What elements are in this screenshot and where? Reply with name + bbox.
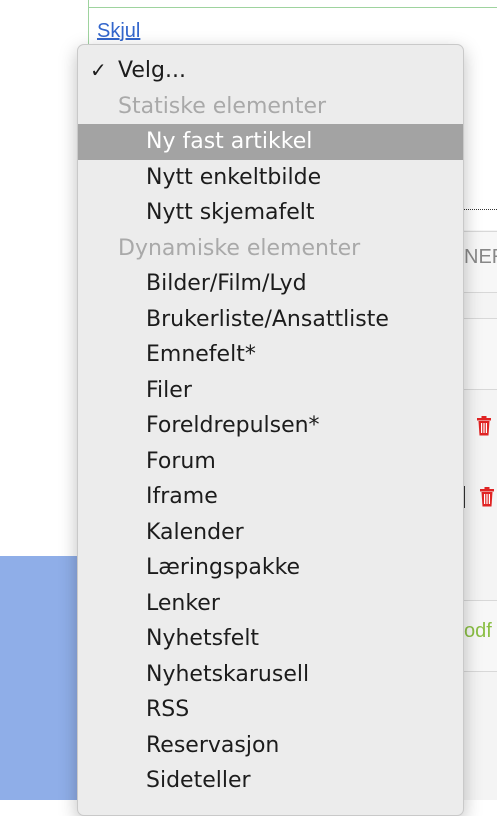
left-blue-panel	[0, 556, 80, 800]
dropdown-option-label: Forum	[146, 448, 216, 474]
dropdown-option-label: Ny fast artikkel	[146, 129, 313, 154]
dropdown-option[interactable]: Kalender	[78, 515, 463, 551]
dropdown-option-label: Kalender	[146, 519, 244, 545]
dropdown-option-label: Nytt enkeltbilde	[146, 164, 322, 190]
dropdown-option-label: Nytt skjemafelt	[146, 200, 315, 225]
dropdown-group-label: Statiske elementer	[78, 89, 463, 125]
dropdown-option-label: Sideteller	[146, 768, 251, 793]
dropdown-option-label: Foreldrepulsen*	[146, 413, 320, 438]
trash-icon[interactable]	[479, 487, 495, 507]
dropdown-option[interactable]: RSS	[78, 692, 463, 728]
background-row-box	[462, 318, 497, 390]
dropdown-option-label: Nyhetsfelt	[146, 626, 260, 651]
checkmark-icon: ✓	[90, 58, 107, 82]
dropdown-options: ✓ Velg... Statiske elementer Ny fast artikk…	[78, 45, 463, 799]
dropdown-option[interactable]: Forum	[78, 444, 463, 480]
dropdown-option-label: Filer	[146, 377, 192, 403]
dropdown-option-label: Brukerliste/Ansattliste	[146, 306, 389, 332]
dropdown-option[interactable]: Ny fast artikkel	[78, 124, 463, 160]
dropdown-option[interactable]: Reservasjon	[78, 728, 463, 764]
trash-icon[interactable]	[476, 416, 492, 436]
dropdown-option-label: Lenker	[146, 590, 220, 616]
dropdown-option[interactable]: Nytt skjemafelt	[78, 195, 463, 231]
dropdown-option[interactable]: Sideteller	[78, 763, 463, 799]
background-content-strip	[462, 230, 497, 800]
dropdown-option[interactable]: Foreldrepulsen*	[78, 408, 463, 444]
dropdown-group-label: Dynamiske elementer	[78, 231, 463, 267]
content-frame-top-border	[88, 7, 497, 8]
dropdown-option[interactable]: Nyhetskarusell	[78, 657, 463, 693]
dropdown-option-label: Velg...	[118, 58, 186, 83]
dropdown-option[interactable]: Læringspakke	[78, 550, 463, 586]
dropdown-option[interactable]: Bilder/Film/Lyd	[78, 266, 463, 302]
dropdown-option-label: Læringspakke	[146, 555, 301, 580]
hide-link[interactable]: Skjul	[97, 20, 140, 43]
dropdown-option-label: Statiske elementer	[118, 93, 327, 119]
dropdown-option[interactable]: Emnefelt*	[78, 337, 463, 373]
dropdown-option[interactable]: Nyhetsfelt	[78, 621, 463, 657]
dropdown-option-label: Nyhetskarusell	[146, 661, 310, 687]
dropdown-option-label: Dynamiske elementer	[118, 235, 361, 261]
dropdown-option[interactable]: Iframe	[78, 479, 463, 515]
dropdown-option[interactable]: ✓ Velg...	[78, 53, 463, 89]
dropdown-option[interactable]: Lenker	[78, 586, 463, 622]
dropdown-option[interactable]: Filer	[78, 373, 463, 409]
dropdown-option[interactable]: Brukerliste/Ansattliste	[78, 302, 463, 338]
dropdown-option-label: Iframe	[146, 484, 218, 509]
dropdown-option[interactable]: Nytt enkeltbilde	[78, 160, 463, 196]
dropdown-option-label: RSS	[146, 697, 190, 722]
background-pdf-text: odf	[464, 620, 492, 642]
background-header-text: NER	[464, 246, 497, 268]
dotted-divider	[462, 209, 497, 210]
dropdown-option-label: Reservasjon	[146, 732, 280, 758]
dropdown-option-label: Emnefelt*	[146, 342, 256, 367]
element-type-dropdown[interactable]: ✓ Velg... Statiske elementer Ny fast artikk…	[77, 44, 464, 816]
dropdown-option-label: Bilder/Film/Lyd	[146, 271, 307, 296]
